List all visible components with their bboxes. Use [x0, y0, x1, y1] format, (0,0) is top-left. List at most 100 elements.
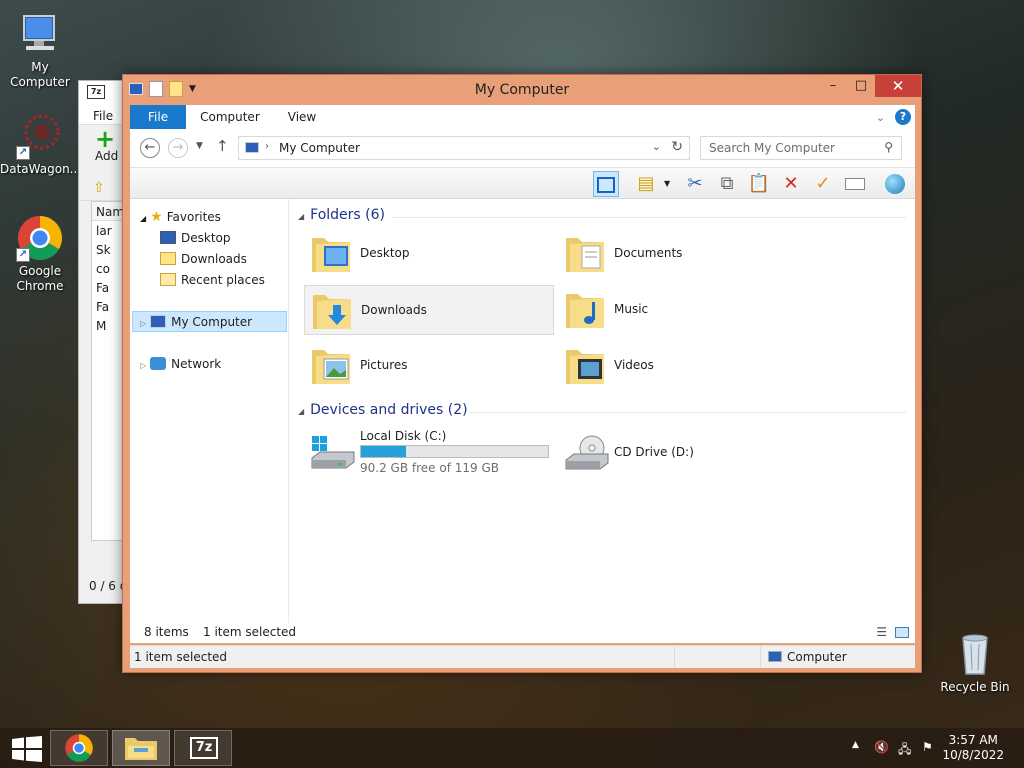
- up-button[interactable]: ↑: [216, 137, 229, 155]
- status-text: 1 item selected: [134, 650, 228, 664]
- videos-folder-icon: [564, 344, 606, 388]
- up-folder-icon[interactable]: ⇧: [93, 180, 105, 196]
- list-item[interactable]: lar: [92, 221, 122, 240]
- maximize-button[interactable]: □: [847, 75, 875, 97]
- nav-item-recent-places[interactable]: Recent places: [160, 270, 265, 290]
- desktop-icon-google-chrome[interactable]: ↗ Google Chrome: [0, 214, 80, 294]
- address-bar[interactable]: › My Computer ⌄ ↻: [238, 136, 690, 160]
- folders-group-header[interactable]: ◢ Folders (6): [298, 207, 906, 223]
- select-folder-icon[interactable]: ▤: [633, 171, 659, 197]
- action-center-icon[interactable]: ⚑: [922, 740, 933, 754]
- breadcrumb-chevron-icon[interactable]: ›: [265, 141, 269, 152]
- tab-view[interactable]: View: [274, 105, 330, 129]
- navigation-pane[interactable]: ◢ ★ Favorites Desktop Downloads Recent pla…: [130, 199, 289, 643]
- nav-item-label: Recent places: [181, 273, 265, 287]
- search-icon[interactable]: ⚲: [884, 140, 893, 154]
- network-status-icon[interactable]: 🖧: [898, 740, 911, 761]
- nav-item-label: Desktop: [181, 231, 231, 245]
- folder-tile-downloads[interactable]: Downloads: [304, 285, 554, 335]
- navigation-bar: ← → ▼ ↑ › My Computer ⌄ ↻ Search My Comp…: [130, 129, 915, 167]
- collapse-arrow-icon[interactable]: ◢: [298, 212, 304, 221]
- back-button[interactable]: ←: [140, 138, 160, 158]
- seven-zip-menu-file[interactable]: File: [79, 105, 127, 125]
- expand-arrow-icon[interactable]: ▷: [140, 319, 146, 328]
- computer-icon: [16, 10, 64, 58]
- expand-arrow-icon[interactable]: ◢: [140, 214, 146, 223]
- documents-folder-icon: [564, 232, 606, 276]
- seven-zip-window[interactable]: 7z File + Add ⇧ Name lar Sk co Fa Fa M 0…: [78, 80, 128, 604]
- group-header-label: Folders (6): [310, 207, 385, 223]
- explorer-window[interactable]: ▼ My Computer – □ ✕ File Computer View ⌄…: [122, 74, 922, 673]
- seven-zip-icon: 7z: [87, 85, 105, 99]
- seven-zip-add-button[interactable]: + Add: [79, 125, 127, 175]
- network-icon: [150, 357, 167, 370]
- volume-muted-icon[interactable]: 🔇: [874, 740, 889, 754]
- desktop-icon-my-computer[interactable]: My Computer: [0, 10, 80, 90]
- copy-icon[interactable]: ⧉: [714, 171, 740, 197]
- cut-icon[interactable]: ✂: [682, 171, 708, 197]
- close-button[interactable]: ✕: [875, 75, 921, 97]
- group-header-label: Devices and drives (2): [310, 402, 468, 418]
- taskbar-7zip-button[interactable]: 7z: [174, 730, 232, 766]
- nav-item-network[interactable]: ▷ Network: [140, 354, 221, 374]
- main-pane[interactable]: ◢ Folders (6) Desktop Documents Download…: [290, 199, 915, 643]
- address-dropdown-icon[interactable]: ⌄: [652, 140, 661, 153]
- devices-group-header[interactable]: ◢ Devices and drives (2): [298, 402, 906, 418]
- collapse-arrow-icon[interactable]: ◢: [298, 407, 304, 416]
- list-item[interactable]: Sk: [92, 240, 122, 259]
- details-view-icon[interactable]: ☰: [876, 625, 887, 639]
- drive-tile-cd-drive-d[interactable]: CD Drive (D:): [558, 427, 808, 479]
- drive-usage-fill: [361, 446, 406, 457]
- drive-tile-local-disk-c[interactable]: Local Disk (C:) 90.2 GB free of 119 GB: [304, 427, 554, 479]
- item-count: 8 items: [144, 625, 189, 639]
- recent-places-icon: [160, 273, 176, 286]
- folder-tile-desktop[interactable]: Desktop: [304, 229, 554, 279]
- start-button[interactable]: [12, 736, 42, 762]
- command-toolbar: ▤ ▼ ✂ ⧉ 📋 ✕ ✓: [130, 167, 915, 199]
- nav-item-favorites[interactable]: ◢ ★ Favorites: [140, 207, 221, 227]
- folder-tile-pictures[interactable]: Pictures: [304, 341, 554, 391]
- folder-tile-music[interactable]: Music: [558, 285, 808, 335]
- status-bar: 1 item selected Computer: [130, 645, 915, 668]
- expand-ribbon-icon[interactable]: ⌄: [876, 111, 885, 124]
- show-hidden-icons-button[interactable]: ▲: [852, 740, 859, 750]
- nav-item-label: Favorites: [166, 210, 221, 224]
- list-item[interactable]: co: [92, 259, 122, 278]
- tab-file[interactable]: File: [130, 105, 187, 129]
- minimize-button[interactable]: –: [819, 75, 847, 97]
- list-item[interactable]: M: [92, 316, 122, 335]
- desktop-icon-recycle-bin[interactable]: Recycle Bin: [935, 630, 1015, 695]
- search-box[interactable]: Search My Computer ⚲: [700, 136, 902, 160]
- system-clock[interactable]: 3:57 AM 10/8/2022: [942, 733, 1004, 763]
- folder-tile-documents[interactable]: Documents: [558, 229, 808, 279]
- folder-name: Videos: [614, 358, 654, 372]
- column-header-name[interactable]: Name: [92, 202, 127, 221]
- expand-arrow-icon[interactable]: ▷: [140, 361, 146, 370]
- seven-zip-file-list[interactable]: Name lar Sk co Fa Fa M: [91, 201, 127, 541]
- local-disk-icon: [310, 430, 355, 474]
- list-item[interactable]: Fa: [92, 297, 122, 316]
- paste-icon[interactable]: 📋: [746, 171, 772, 197]
- network-globe-icon[interactable]: [882, 171, 908, 197]
- nav-item-my-computer[interactable]: ▷ My Computer: [140, 312, 252, 332]
- recent-locations-dropdown[interactable]: ▼: [196, 141, 203, 151]
- nav-item-desktop[interactable]: Desktop: [160, 228, 231, 248]
- select-dropdown-icon[interactable]: ▼: [664, 179, 670, 188]
- large-icons-view-icon[interactable]: [895, 627, 909, 638]
- tab-computer[interactable]: Computer: [186, 105, 274, 129]
- preview-pane-icon[interactable]: [593, 171, 619, 197]
- cd-drive-icon: [564, 430, 609, 474]
- nav-item-downloads[interactable]: Downloads: [160, 249, 247, 269]
- rename-icon[interactable]: [842, 171, 868, 197]
- folder-tile-videos[interactable]: Videos: [558, 341, 808, 391]
- window-titlebar[interactable]: ▼ My Computer – □ ✕: [123, 75, 921, 105]
- forward-button[interactable]: →: [168, 138, 188, 158]
- taskbar-chrome-button[interactable]: [50, 730, 108, 766]
- help-icon[interactable]: ?: [895, 109, 911, 125]
- taskbar-file-explorer-button[interactable]: [112, 730, 170, 766]
- delete-icon[interactable]: ✕: [778, 171, 804, 197]
- accept-icon[interactable]: ✓: [810, 171, 836, 197]
- refresh-icon[interactable]: ↻: [671, 139, 683, 155]
- list-item[interactable]: Fa: [92, 278, 122, 297]
- desktop-icon-datawagon[interactable]: ↗ DataWagon...: [0, 112, 81, 177]
